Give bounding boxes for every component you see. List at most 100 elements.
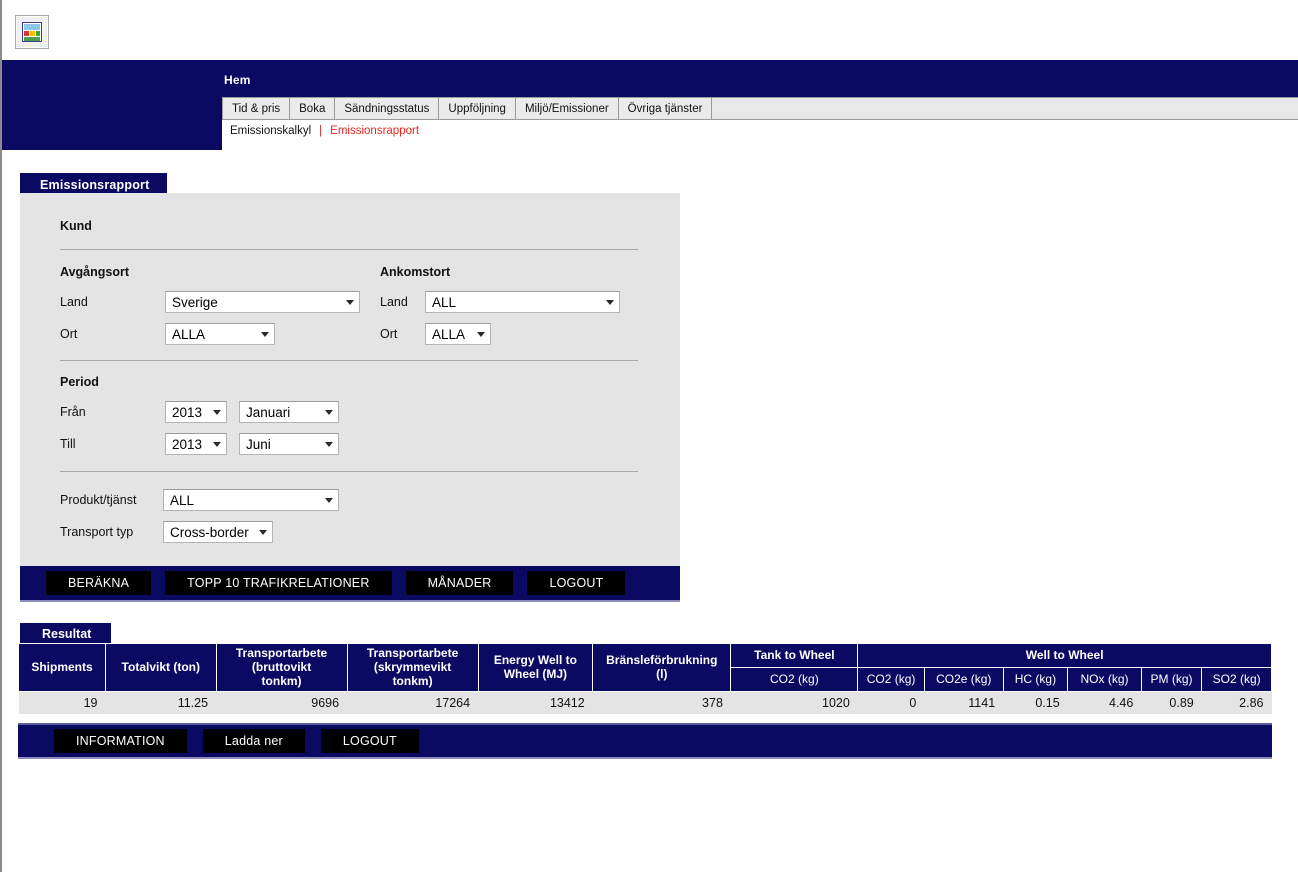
cell-shipments: 19 <box>18 691 106 714</box>
subnav-item-emissionsrapport[interactable]: Emissionsrapport <box>330 125 419 137</box>
broken-image-icon-glyph <box>22 22 42 42</box>
col-wtw-pm[interactable]: PM (kg) <box>1140 667 1203 693</box>
period-fran-year-value: 2013 <box>172 404 203 420</box>
chevron-down-icon <box>320 490 338 510</box>
cell-wtw-pm: 0.89 <box>1141 691 1202 714</box>
berakna-button[interactable]: BERÄKNA <box>46 571 152 595</box>
results-action-bar: INFORMATION Ladda ner LOGOUT <box>18 723 1272 759</box>
cell-wtw-co2e: 1141 <box>924 691 1004 714</box>
col-energy-well-to-wheel[interactable]: Energy Well to Wheel (MJ) <box>477 642 594 693</box>
tab-uppfoljning[interactable]: Uppföljning <box>439 98 516 119</box>
report-filter-form: Kund Avgångsort Land Sverige Ort ALLA An… <box>20 193 680 566</box>
header-bar <box>2 60 1298 97</box>
avgangsort-land-select[interactable]: Sverige <box>165 291 360 313</box>
col-totalvikt[interactable]: Totalvikt (ton) <box>105 642 217 693</box>
col-transportarbete-bruttovikt-l3: tonkm) <box>261 673 302 688</box>
transport-typ-value: Cross-border <box>170 524 249 540</box>
col-bransleforbrukning[interactable]: Bränsleförbrukning (l) <box>592 642 732 693</box>
kund-group-label: Kund <box>60 219 92 233</box>
logout-button-bottom[interactable]: LOGOUT <box>320 729 419 753</box>
cell-wtw-hc: 0.15 <box>1003 691 1068 714</box>
subnav-item-emissionskalkyl[interactable]: Emissionskalkyl <box>230 125 311 137</box>
col-transportarbete-bruttovikt-l2: (bruttovikt <box>251 659 312 674</box>
produkt-value: ALL <box>170 492 195 508</box>
cell-transportarbete-bruttovikt: 9696 <box>216 691 348 714</box>
information-button[interactable]: INFORMATION <box>54 729 187 753</box>
produkt-select[interactable]: ALL <box>163 489 339 511</box>
period-till-month-value: Juni <box>246 436 271 452</box>
col-wtw-nox[interactable]: NOx (kg) <box>1067 667 1142 693</box>
col-energy-well-to-wheel-l2: Wheel (MJ) <box>503 666 568 681</box>
table-header-group-row: Shipments Totalvikt (ton) Transportarbet… <box>18 642 1272 693</box>
topp10-trafikrelationer-button[interactable]: TOPP 10 TRAFIKRELATIONER <box>165 571 392 595</box>
subnav-separator: | <box>319 125 323 137</box>
period-till-row: Till 2013 Juni <box>60 433 390 455</box>
chevron-down-icon <box>320 434 338 454</box>
period-till-year-select[interactable]: 2013 <box>165 433 227 455</box>
cell-wtw-co2: 0 <box>857 691 925 714</box>
tab-boka[interactable]: Boka <box>290 98 336 119</box>
avgangsort-ort-label: Ort <box>60 327 78 341</box>
tab-miljo-emissioner[interactable]: Miljö/Emissioner <box>515 98 619 119</box>
col-bransleforbrukning-l1: Bränsleförbrukning <box>606 652 718 667</box>
chevron-down-icon <box>320 402 338 422</box>
period-fran-month-value: Januari <box>246 404 291 420</box>
tab-ovriga-tjanster[interactable]: Övriga tjänster <box>618 98 713 119</box>
home-label[interactable]: Hem <box>224 73 251 87</box>
tab-sandningsstatus[interactable]: Sändningsstatus <box>335 98 440 119</box>
ankomstort-land-row: Land ALL <box>380 291 638 313</box>
main-nav-tabs: Tid & pris Boka Sändningsstatus Uppföljn… <box>222 97 1298 120</box>
chevron-down-icon <box>472 324 490 344</box>
ankomstort-land-label: Land <box>380 295 408 309</box>
chevron-down-icon <box>208 434 226 454</box>
ladda-ner-button[interactable]: Ladda ner <box>202 729 305 753</box>
col-wtw-hc[interactable]: HC (kg) <box>1002 667 1069 693</box>
cell-ttw-co2: 1020 <box>730 691 858 714</box>
divider-2 <box>60 360 638 361</box>
period-till-month-select[interactable]: Juni <box>239 433 339 455</box>
cell-energy-well-to-wheel: 13412 <box>478 691 593 714</box>
logout-button-top[interactable]: LOGOUT <box>527 571 626 595</box>
col-shipments[interactable]: Shipments <box>18 642 106 693</box>
period-till-label: Till <box>60 437 76 451</box>
group-header-tank-to-wheel[interactable]: Tank to Wheel <box>730 642 859 669</box>
period-group-label: Period <box>60 375 99 389</box>
ankomstort-group-label: Ankomstort <box>380 265 451 279</box>
col-wtw-so2[interactable]: SO2 (kg) <box>1201 667 1272 693</box>
period-fran-year-select[interactable]: 2013 <box>165 401 227 423</box>
avgangsort-group-label: Avgångsort <box>60 265 129 279</box>
col-transportarbete-bruttovikt[interactable]: Transportarbete (bruttovikt tonkm) <box>215 642 348 693</box>
cell-wtw-nox: 4.46 <box>1067 691 1142 714</box>
broken-image-icon[interactable] <box>15 15 49 49</box>
cell-bransleforbrukning: 378 <box>592 691 731 714</box>
ankomstort-land-value: ALL <box>432 294 457 310</box>
cell-totalvikt: 11.25 <box>105 691 217 714</box>
col-transportarbete-bruttovikt-l1: Transportarbete <box>235 646 328 660</box>
avgangsort-land-label: Land <box>60 295 88 309</box>
col-transportarbete-skrymmevikt[interactable]: Transportarbete (skrymmevikt tonkm) <box>346 642 479 693</box>
ankomstort-ort-label: Ort <box>380 327 398 341</box>
form-action-bar: BERÄKNA TOPP 10 TRAFIKRELATIONER MÅNADER… <box>20 566 680 602</box>
col-wtw-co2e[interactable]: CO2e (kg) <box>923 667 1004 693</box>
transport-typ-select[interactable]: Cross-border <box>163 521 273 543</box>
ankomstort-ort-value: ALLA <box>432 326 466 342</box>
cell-transportarbete-skrymmevikt: 17264 <box>347 691 479 714</box>
group-header-well-to-wheel[interactable]: Well to Wheel <box>857 642 1272 669</box>
table-row[interactable]: 19 11.25 9696 17264 13412 378 1020 0 114… <box>18 691 1272 714</box>
ankomstort-ort-row: Ort ALLA <box>380 323 638 345</box>
avgangsort-ort-select[interactable]: ALLA <box>165 323 275 345</box>
chevron-down-icon <box>256 324 274 344</box>
manader-button[interactable]: MÅNADER <box>405 571 514 595</box>
ankomstort-ort-select[interactable]: ALLA <box>425 323 491 345</box>
avgangsort-ort-row: Ort ALLA <box>60 323 380 345</box>
col-bransleforbrukning-l2: (l) <box>656 666 668 681</box>
tab-tid-pris[interactable]: Tid & pris <box>222 98 291 119</box>
period-fran-month-select[interactable]: Januari <box>239 401 339 423</box>
col-transportarbete-skrymmevikt-l2: (skrymmevikt <box>373 659 452 674</box>
divider-1 <box>60 249 638 250</box>
col-energy-well-to-wheel-l1: Energy Well to <box>493 652 577 667</box>
avgangsort-ort-value: ALLA <box>172 326 206 342</box>
ankomstort-land-select[interactable]: ALL <box>425 291 620 313</box>
col-ttw-co2[interactable]: CO2 (kg) <box>730 667 859 693</box>
col-wtw-co2[interactable]: CO2 (kg) <box>857 667 925 693</box>
